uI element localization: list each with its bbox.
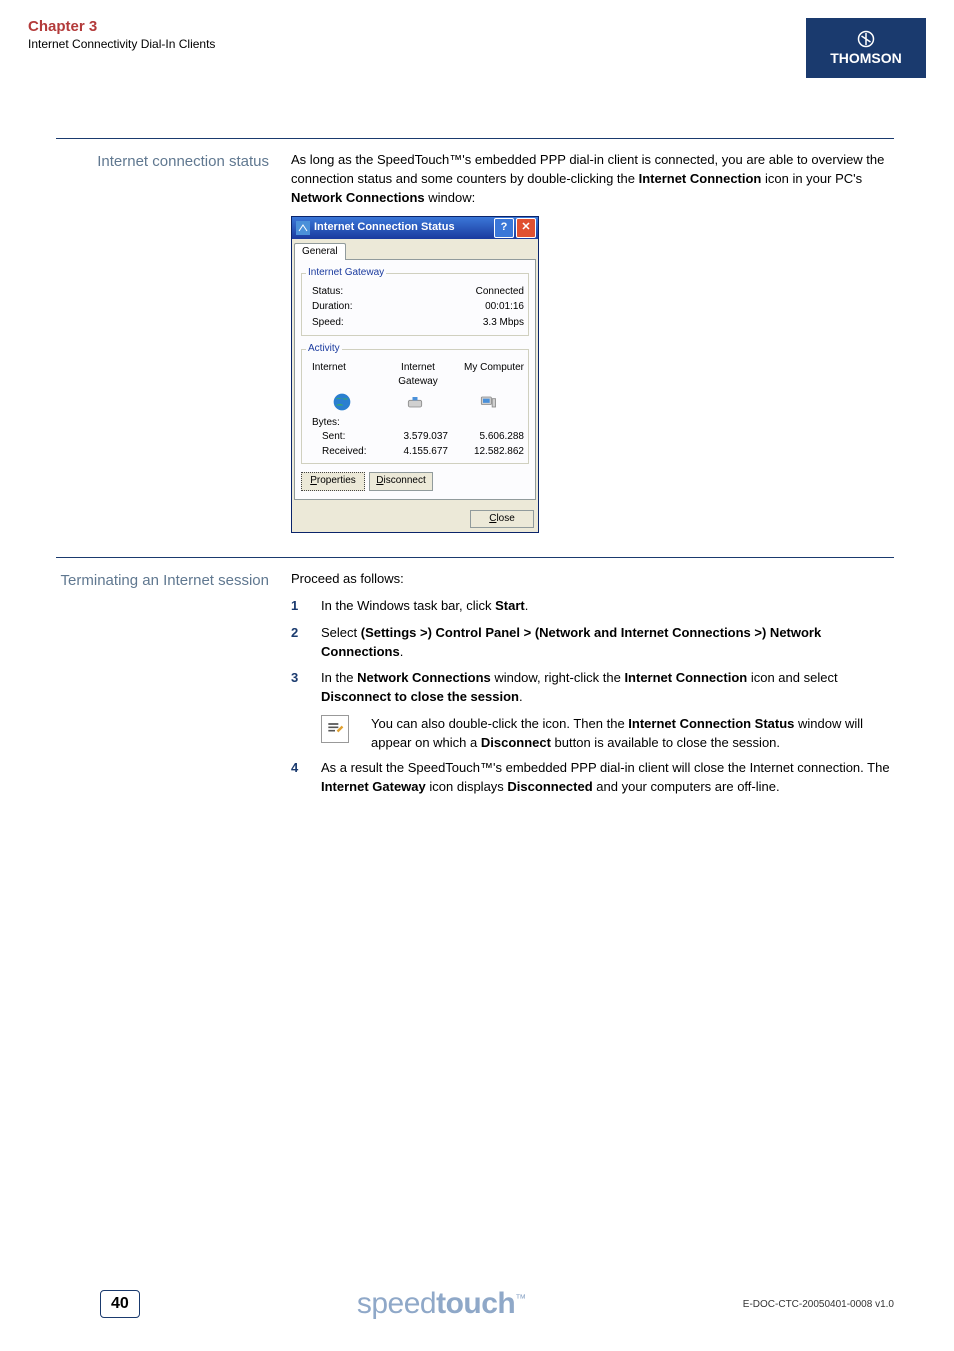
close-button[interactable]: ✕ <box>516 218 536 238</box>
dialog-tabs: General <box>292 239 538 261</box>
computer-icon <box>478 392 498 412</box>
internet-gateway-group: Internet Gateway Status:Connected Durati… <box>301 266 529 336</box>
titlebar-buttons: ? ✕ <box>494 218 536 238</box>
internet-gateway-legend: Internet Gateway <box>306 266 386 281</box>
properties-button[interactable]: Properties <box>301 472 365 491</box>
section-connection-status: Internet connection status As long as th… <box>56 138 894 547</box>
header-left: Chapter 3 Internet Connectivity Dial-In … <box>0 18 215 78</box>
disconnect-button[interactable]: Disconnect <box>369 472 433 491</box>
help-button[interactable]: ? <box>494 218 514 238</box>
section-terminating: Terminating an Internet session Proceed … <box>56 557 894 804</box>
step-3: 3 In the Network Connections window, rig… <box>291 669 894 707</box>
activity-icons <box>306 392 524 412</box>
section-label-terminating: Terminating an Internet session <box>56 570 291 804</box>
content-area: Internet connection status As long as th… <box>0 138 954 804</box>
status-paragraph: As long as the SpeedTouch™'s embedded PP… <box>291 151 894 208</box>
chapter-title: Chapter 3 <box>28 18 215 35</box>
page-footer: 40 speedtouch™ E-DOC-CTC-20050401-0008 v… <box>0 1287 954 1321</box>
dialog-button-row: Properties Disconnect <box>301 470 529 493</box>
steps-list: 1 In the Windows task bar, click Start. … <box>291 597 894 707</box>
note-block: You can also double-click the icon. Then… <box>321 715 894 753</box>
note-text: You can also double-click the icon. Then… <box>371 715 894 753</box>
duration-row: Duration:00:01:16 <box>306 300 524 315</box>
globe-icon <box>332 392 352 412</box>
activity-legend: Activity <box>306 342 342 357</box>
document-id: E-DOC-CTC-20050401-0008 v1.0 <box>743 1299 894 1310</box>
step-4: 4 As a result the SpeedTouch™'s embedded… <box>291 759 894 797</box>
step-2: 2 Select (Settings >) Control Panel > (N… <box>291 624 894 662</box>
dialog-title-icon <box>296 221 310 235</box>
bytes-grid: Bytes: Sent:3.579.0375.606.288 Received:… <box>306 416 524 460</box>
steps-list-2: 4 As a result the SpeedTouch™'s embedded… <box>291 759 894 797</box>
section-label-status: Internet connection status <box>56 151 291 547</box>
thomson-logo-box: THOMSON <box>806 18 926 78</box>
dialog-title: Internet Connection Status <box>296 220 455 236</box>
speedtouch-logo: speedtouch™ <box>357 1287 526 1321</box>
note-icon <box>321 715 349 743</box>
speed-row: Speed:3.3 Mbps <box>306 316 524 331</box>
tab-general[interactable]: General <box>294 243 346 261</box>
step-num-2: 2 <box>291 624 321 662</box>
dialog-titlebar[interactable]: Internet Connection Status ? ✕ <box>292 217 538 239</box>
close-dialog-button[interactable]: Close <box>470 510 534 529</box>
thomson-logo-text: THOMSON <box>830 50 902 66</box>
page-number: 40 <box>100 1290 140 1318</box>
step-num-1: 1 <box>291 597 321 616</box>
status-row: Status:Connected <box>306 285 524 300</box>
tab-content: Internet Gateway Status:Connected Durati… <box>294 259 536 500</box>
step-1: 1 In the Windows task bar, click Start. <box>291 597 894 616</box>
page-header: Chapter 3 Internet Connectivity Dial-In … <box>0 0 954 78</box>
activity-group: Activity Internet Internet Gateway My Co… <box>301 342 529 464</box>
activity-headers: Internet Internet Gateway My Computer <box>306 361 524 390</box>
internet-connection-status-dialog: Internet Connection Status ? ✕ General I… <box>291 216 539 534</box>
step-num-4: 4 <box>291 759 321 797</box>
thomson-logo-icon <box>857 30 875 48</box>
section-body-status: As long as the SpeedTouch™'s embedded PP… <box>291 151 894 547</box>
dialog-close-row: Close <box>292 506 538 533</box>
step-num-3: 3 <box>291 669 321 707</box>
chapter-subtitle: Internet Connectivity Dial-In Clients <box>28 37 215 51</box>
gateway-icon <box>405 392 425 412</box>
section-body-terminating: Proceed as follows: 1 In the Windows tas… <box>291 570 894 804</box>
proceed-intro: Proceed as follows: <box>291 570 894 589</box>
